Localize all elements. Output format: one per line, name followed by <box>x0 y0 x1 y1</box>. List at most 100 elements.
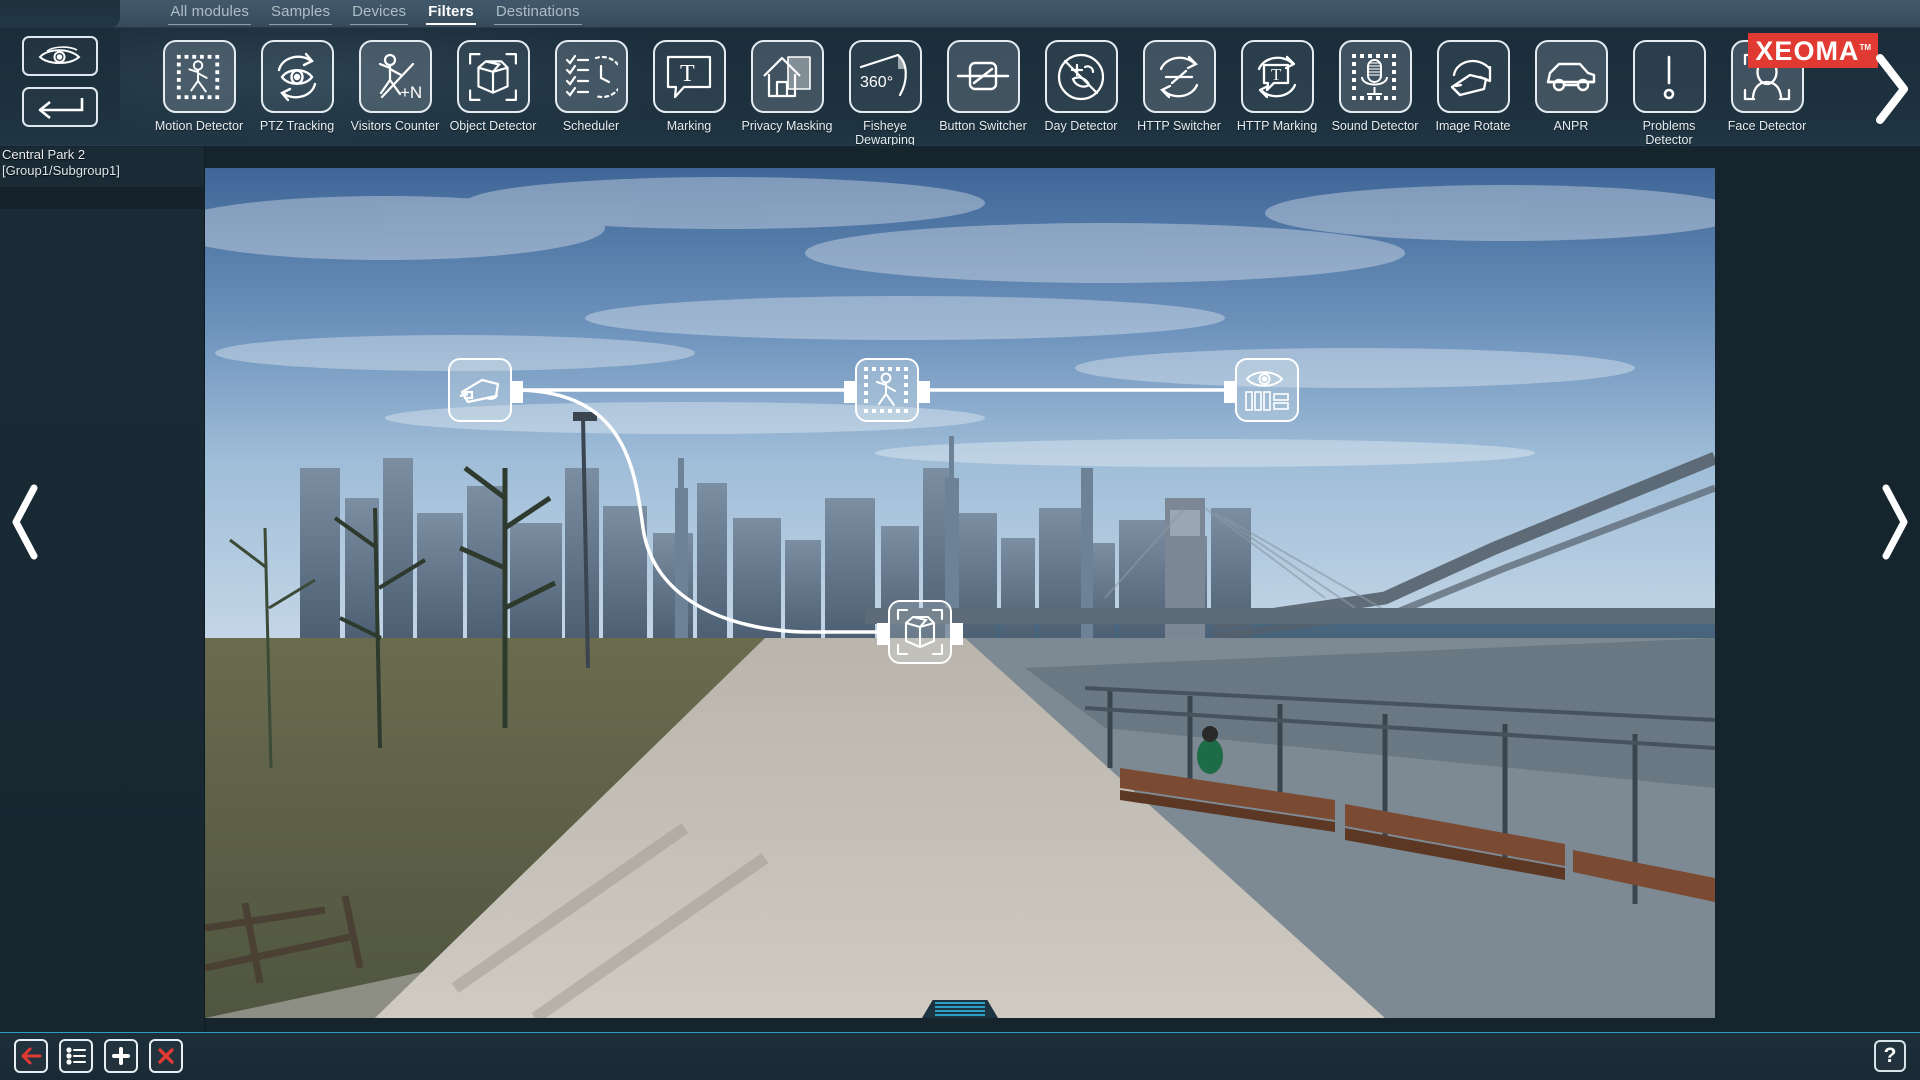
module-label: PTZ Tracking <box>259 119 335 133</box>
camera-side-panel: Central Park 2 [Group1/Subgroup1] <box>0 147 205 1032</box>
tab-filters[interactable]: Filters <box>426 2 476 25</box>
object-detector-input-port[interactable] <box>877 623 890 645</box>
module-label: Visitors Counter <box>350 119 440 133</box>
http-switcher-icon <box>1142 40 1216 113</box>
camera-strip <box>0 187 205 209</box>
source-camera-output-port[interactable] <box>510 381 523 403</box>
module-label: Object Detector <box>449 119 537 133</box>
bottom-toolbar-buttons <box>14 1039 183 1073</box>
scene-image <box>205 168 1715 1018</box>
motion-detector-node[interactable] <box>844 358 930 422</box>
ip-camera-icon <box>459 378 500 404</box>
add-button[interactable] <box>104 1039 138 1073</box>
object-detector-output-port[interactable] <box>950 623 963 645</box>
help-button[interactable]: ? <box>1874 1040 1906 1072</box>
object-detector-icon <box>896 608 944 656</box>
visitors-counter-icon: +N <box>358 40 432 113</box>
camera-name: Central Park 2 <box>2 147 86 162</box>
video-resize-grip[interactable] <box>922 1000 998 1018</box>
video-preview[interactable] <box>205 168 1715 1018</box>
module-scheduler[interactable]: Scheduler <box>542 32 640 145</box>
module-label: Problems Detector <box>1642 119 1696 146</box>
image-rotate-icon <box>1436 40 1510 113</box>
object-detector-node[interactable] <box>877 600 963 664</box>
next-camera-button[interactable] <box>1870 467 1920 577</box>
fisheye-dewarping-icon: 360° <box>848 40 922 113</box>
xeoma-logo: XEOMATM <box>1748 33 1878 68</box>
module-anpr[interactable]: ANPR <box>1522 32 1620 145</box>
motion-detector-input-port[interactable] <box>844 381 857 403</box>
module-label: Motion Detector <box>154 119 244 133</box>
tab-devices[interactable]: Devices <box>350 2 409 25</box>
module-fisheye-dewarping[interactable]: 360° Fisheye Dewarping <box>836 32 934 145</box>
module-label: Image Rotate <box>1435 119 1511 133</box>
toolbar-left-buttons <box>22 36 106 138</box>
tab-all-modules[interactable]: All modules <box>168 2 252 25</box>
module-object-detector[interactable]: Object Detector <box>444 32 542 145</box>
privacy-masking-icon <box>750 40 824 113</box>
module-label: Marking <box>666 119 712 133</box>
module-button-switcher[interactable]: Button Switcher <box>934 32 1032 145</box>
scheduler-icon <box>554 40 628 113</box>
problems-detector-icon <box>1632 40 1706 113</box>
svg-text:+N: +N <box>400 83 422 102</box>
marking-icon: T <box>652 40 726 113</box>
tab-list: All modules Samples Devices Filters Destinat… <box>168 2 582 25</box>
anpr-icon <box>1534 40 1608 113</box>
modules-toolbar: Motion Detector PTZ Tracking +N Visitors … <box>0 28 1920 146</box>
back-arrow-button[interactable] <box>22 87 98 127</box>
previous-camera-button[interactable] <box>0 467 50 577</box>
svg-text:360°: 360° <box>860 74 893 91</box>
day-detector-icon <box>1044 40 1118 113</box>
tab-samples[interactable]: Samples <box>269 2 333 25</box>
delete-button[interactable] <box>149 1039 183 1073</box>
module-label: Face Detector <box>1727 119 1807 133</box>
source-camera-node[interactable] <box>448 358 523 422</box>
motion-detector-icon <box>162 40 236 113</box>
tab-destinations[interactable]: Destinations <box>493 2 582 25</box>
list-button[interactable] <box>59 1039 93 1073</box>
module-label: Button Switcher <box>939 119 1027 133</box>
module-http-switcher[interactable]: HTTP Switcher <box>1130 32 1228 145</box>
module-sound-detector[interactable]: Sound Detector <box>1326 32 1424 145</box>
xeoma-logo-text: XEOMA <box>1755 36 1860 66</box>
module-palette: Motion Detector PTZ Tracking +N Visitors … <box>150 32 1816 146</box>
preview-eye-button[interactable] <box>22 36 98 76</box>
svg-text:T: T <box>1271 65 1282 84</box>
module-http-marking[interactable]: T HTTP Marking <box>1228 32 1326 145</box>
module-motion-detector[interactable]: Motion Detector <box>150 32 248 145</box>
camera-label: Central Park 2 [Group1/Subgroup1] <box>2 147 202 179</box>
sound-detector-icon <box>1338 40 1412 113</box>
module-label: HTTP Marking <box>1236 119 1318 133</box>
main-workspace: Central Park 2 [Group1/Subgroup1] <box>0 147 1920 1032</box>
module-image-rotate[interactable]: Image Rotate <box>1424 32 1522 145</box>
module-label: Sound Detector <box>1331 119 1419 133</box>
motion-detector-icon <box>864 367 908 413</box>
module-label: ANPR <box>1553 119 1589 133</box>
module-marking[interactable]: T Marking <box>640 32 738 145</box>
module-ptz-tracking[interactable]: PTZ Tracking <box>248 32 346 145</box>
camera-group: [Group1/Subgroup1] <box>2 163 120 178</box>
motion-detector-output-port[interactable] <box>917 381 930 403</box>
toolbar-scroll-right-icon[interactable] <box>1870 50 1914 128</box>
module-label: Day Detector <box>1044 119 1118 133</box>
button-switcher-icon <box>946 40 1020 113</box>
back-button[interactable] <box>14 1039 48 1073</box>
object-detector-icon <box>456 40 530 113</box>
tabbar-corner-slot <box>0 0 120 28</box>
module-privacy-masking[interactable]: Privacy Masking <box>738 32 836 145</box>
svg-text:T: T <box>680 61 695 87</box>
bottom-toolbar: ? <box>0 1032 1920 1080</box>
module-label: Scheduler <box>562 119 620 133</box>
http-marking-icon: T <box>1240 40 1314 113</box>
preview-archive-node[interactable] <box>1224 358 1299 422</box>
module-day-detector[interactable]: Day Detector <box>1032 32 1130 145</box>
module-problems-detector[interactable]: Problems Detector <box>1620 32 1718 146</box>
xeoma-app-window: All modules Samples Devices Filters Destinat… <box>0 0 1920 1080</box>
preview-archive-icon <box>1245 371 1289 411</box>
ptz-tracking-icon <box>260 40 334 113</box>
preview-archive-input-port[interactable] <box>1224 381 1237 403</box>
help-label: ? <box>1883 1044 1897 1067</box>
module-label: HTTP Switcher <box>1137 119 1221 133</box>
module-visitors-counter[interactable]: +N Visitors Counter <box>346 32 444 145</box>
